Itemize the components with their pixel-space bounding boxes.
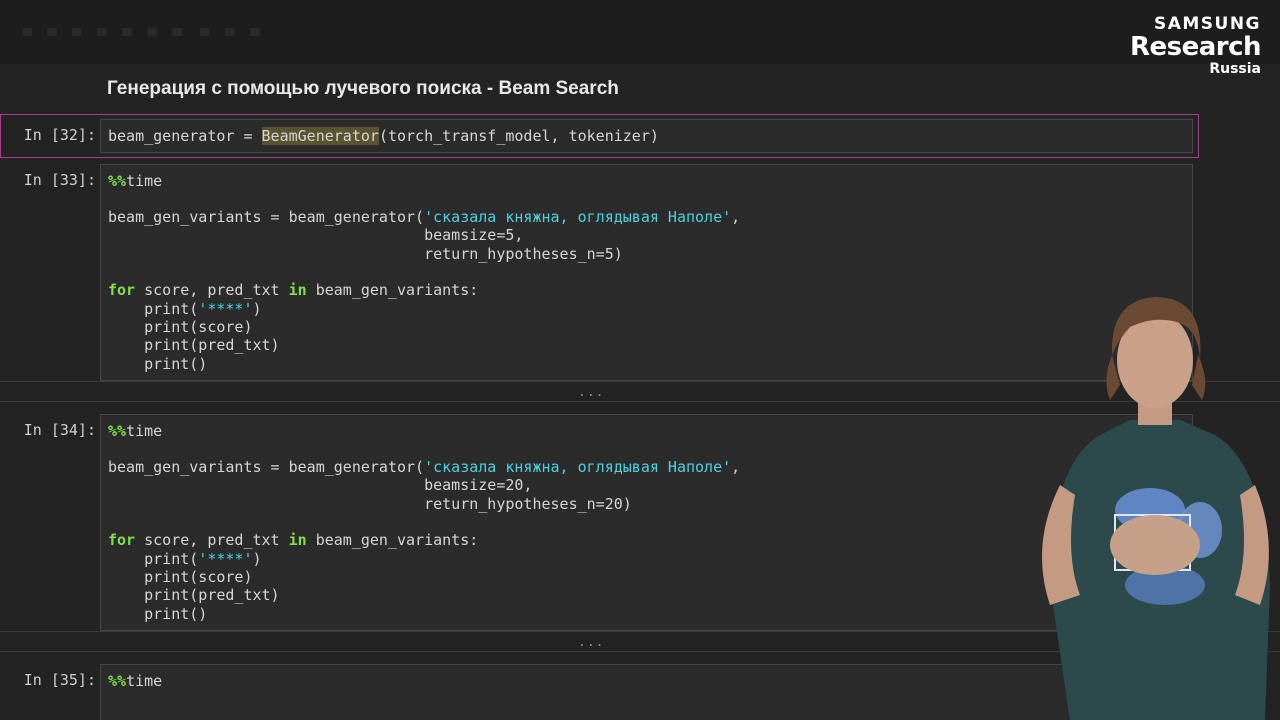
section-heading: Генерация с помощью лучевого поиска - Be… — [107, 78, 619, 99]
code-line: %%time — [108, 172, 163, 190]
add-cell-icon[interactable] — [47, 28, 57, 36]
save-icon[interactable] — [22, 28, 32, 36]
cell-prompt-32: In [32]: — [23, 126, 96, 144]
notebook-toolbar — [0, 0, 1280, 64]
code-line: %%time — [108, 672, 163, 690]
code-line: print(pred_txt) — [108, 586, 280, 604]
code-line: print(score) — [108, 568, 253, 586]
code-line: print(pred_txt) — [108, 336, 280, 354]
brand-line-3: Russia — [1209, 61, 1261, 77]
samsung-research-logo: SAMSUNG Research Russia — [1129, 14, 1262, 78]
code-line: beam_gen_variants = beam_generator('сказ… — [108, 208, 741, 226]
code-line: beamsize=5, — [108, 226, 524, 244]
brand-line-2: Research — [1129, 32, 1262, 62]
highlighted-identifier: BeamGenerator — [261, 127, 379, 145]
collapsed-output-ellipsis[interactable]: ... — [578, 635, 604, 650]
code-line: print(score) — [108, 318, 253, 336]
code-line: print() — [108, 355, 208, 373]
move-down-icon[interactable] — [172, 28, 182, 36]
paste-icon[interactable] — [122, 28, 132, 36]
cut-icon[interactable] — [72, 28, 82, 36]
code-line: for score, pred_txt in beam_gen_variants… — [108, 531, 479, 549]
code-line: return_hypotheses_n=5) — [108, 245, 623, 263]
stop-icon[interactable] — [225, 28, 235, 36]
code-cell-32[interactable]: beam_generator = BeamGenerator(torch_tra… — [100, 119, 1193, 153]
cell-prompt-33: In [33]: — [23, 171, 96, 189]
code-line: for score, pred_txt in beam_gen_variants… — [108, 281, 479, 299]
code-line: beamsize=20, — [108, 476, 533, 494]
move-up-icon[interactable] — [147, 28, 157, 36]
cell-prompt-34: In [34]: — [23, 421, 96, 439]
code-line: print() — [108, 605, 208, 623]
collapsed-output-ellipsis[interactable]: ... — [578, 385, 604, 400]
code-line: return_hypotheses_n=20) — [108, 495, 632, 513]
brand-line-1: SAMSUNG — [1153, 14, 1261, 34]
cell-prompt-35: In [35]: — [23, 671, 96, 689]
presenter-video-overlay — [1042, 297, 1270, 720]
restart-icon[interactable] — [250, 28, 260, 36]
run-icon[interactable] — [200, 28, 210, 36]
copy-icon[interactable] — [97, 28, 107, 36]
code-line: beam_generator = BeamGenerator(torch_tra… — [108, 127, 659, 145]
code-line: print('****') — [108, 300, 262, 318]
code-line: %%time — [108, 422, 163, 440]
code-line: beam_gen_variants = beam_generator('сказ… — [108, 458, 741, 476]
code-line: print('****') — [108, 550, 262, 568]
